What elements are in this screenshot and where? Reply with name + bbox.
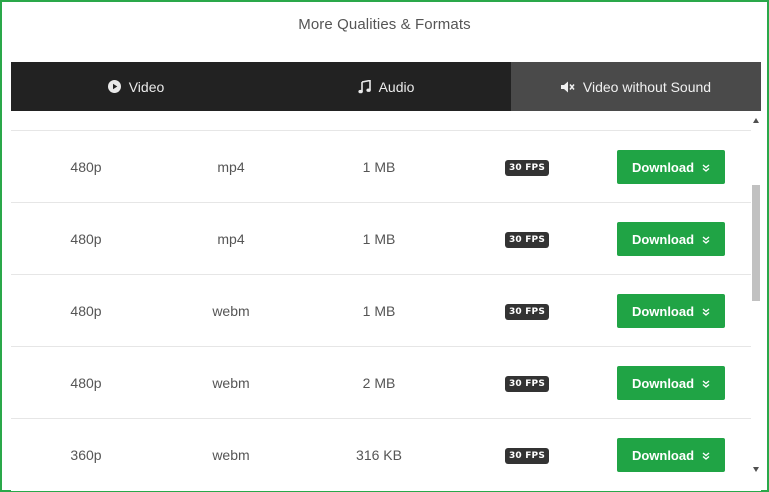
download-cell: Download (601, 275, 741, 347)
fps-badge: 30 FPS (504, 448, 550, 464)
format-cell: webm (212, 447, 250, 463)
double-chevron-down-icon (702, 160, 710, 175)
download-cell: Download (601, 419, 741, 491)
fps-cell: 30 FPS (477, 203, 577, 275)
tab-video-label: Video (128, 78, 165, 95)
double-chevron-down-icon (702, 376, 710, 391)
format-row: 480p mp4 1 MB 30 FPS Download (11, 202, 751, 274)
quality-cell: 480p (70, 303, 102, 319)
format-cell: mp4 (217, 231, 245, 247)
format-cell: mp4 (217, 159, 245, 175)
format-tabs: Video Audio Video without Sound (11, 62, 761, 111)
quality-cell: 480p (70, 231, 102, 247)
tab-video[interactable]: Video (11, 62, 261, 111)
format-row: 360p webm 316 KB 30 FPS Download (11, 418, 751, 490)
format-row: 480p mp4 1 MB 30 FPS Download (11, 130, 751, 202)
double-chevron-down-icon (702, 448, 710, 463)
quality-cell: 480p (70, 159, 102, 175)
panel-title: More Qualities & Formats (298, 16, 471, 33)
scroll-down-arrow-icon[interactable] (753, 467, 759, 472)
fps-badge: 30 FPS (504, 376, 550, 392)
size-cell: 1 MB (362, 303, 396, 319)
format-cell: webm (212, 303, 250, 319)
size-cell: 316 KB (356, 447, 402, 463)
mute-icon (560, 81, 575, 93)
formats-list: 480p mp4 1 MB 30 FPS Download 480p mp4 1 MB 30 F… (11, 111, 761, 491)
format-cell: webm (212, 375, 250, 391)
download-label: Download (631, 231, 695, 247)
download-button[interactable]: Download (617, 366, 725, 400)
tab-video-without-sound-label: Video without Sound (582, 78, 712, 95)
download-cell: Download (601, 131, 741, 203)
fps-cell: 30 FPS (477, 131, 577, 203)
quality-cell: 360p (70, 447, 102, 463)
double-chevron-down-icon (702, 304, 710, 319)
quality-cell: 480p (70, 375, 102, 391)
download-cell: Download (601, 347, 741, 419)
fps-cell: 30 FPS (477, 347, 577, 419)
download-label: Download (631, 375, 695, 391)
size-cell: 2 MB (362, 375, 396, 391)
scrollbar[interactable] (752, 111, 761, 481)
fps-badge: 30 FPS (504, 304, 550, 320)
play-circle-icon (107, 80, 121, 93)
tab-audio-label: Audio (378, 78, 415, 95)
scrollbar-thumb[interactable] (752, 185, 760, 301)
scroll-up-arrow-icon[interactable] (753, 118, 759, 123)
fps-cell: 30 FPS (477, 419, 577, 491)
download-label: Download (631, 159, 695, 175)
tab-video-without-sound[interactable]: Video without Sound (511, 62, 761, 111)
fps-badge: 30 FPS (504, 232, 550, 248)
fps-badge: 30 FPS (504, 160, 550, 176)
music-note-icon (357, 79, 371, 94)
size-cell: 1 MB (362, 159, 396, 175)
format-row: 480p webm 1 MB 30 FPS Download (11, 274, 751, 346)
size-cell: 1 MB (362, 231, 396, 247)
download-button[interactable]: Download (617, 438, 725, 472)
fps-cell: 30 FPS (477, 275, 577, 347)
tab-audio[interactable]: Audio (261, 62, 511, 111)
download-label: Download (631, 447, 695, 463)
download-button[interactable]: Download (617, 294, 725, 328)
download-button[interactable]: Download (617, 150, 725, 184)
download-button[interactable]: Download (617, 222, 725, 256)
formats-panel: More Qualities & Formats Video Audio Vid… (0, 0, 769, 492)
download-label: Download (631, 303, 695, 319)
double-chevron-down-icon (702, 232, 710, 247)
format-row: 480p webm 2 MB 30 FPS Download (11, 346, 751, 418)
download-cell: Download (601, 203, 741, 275)
